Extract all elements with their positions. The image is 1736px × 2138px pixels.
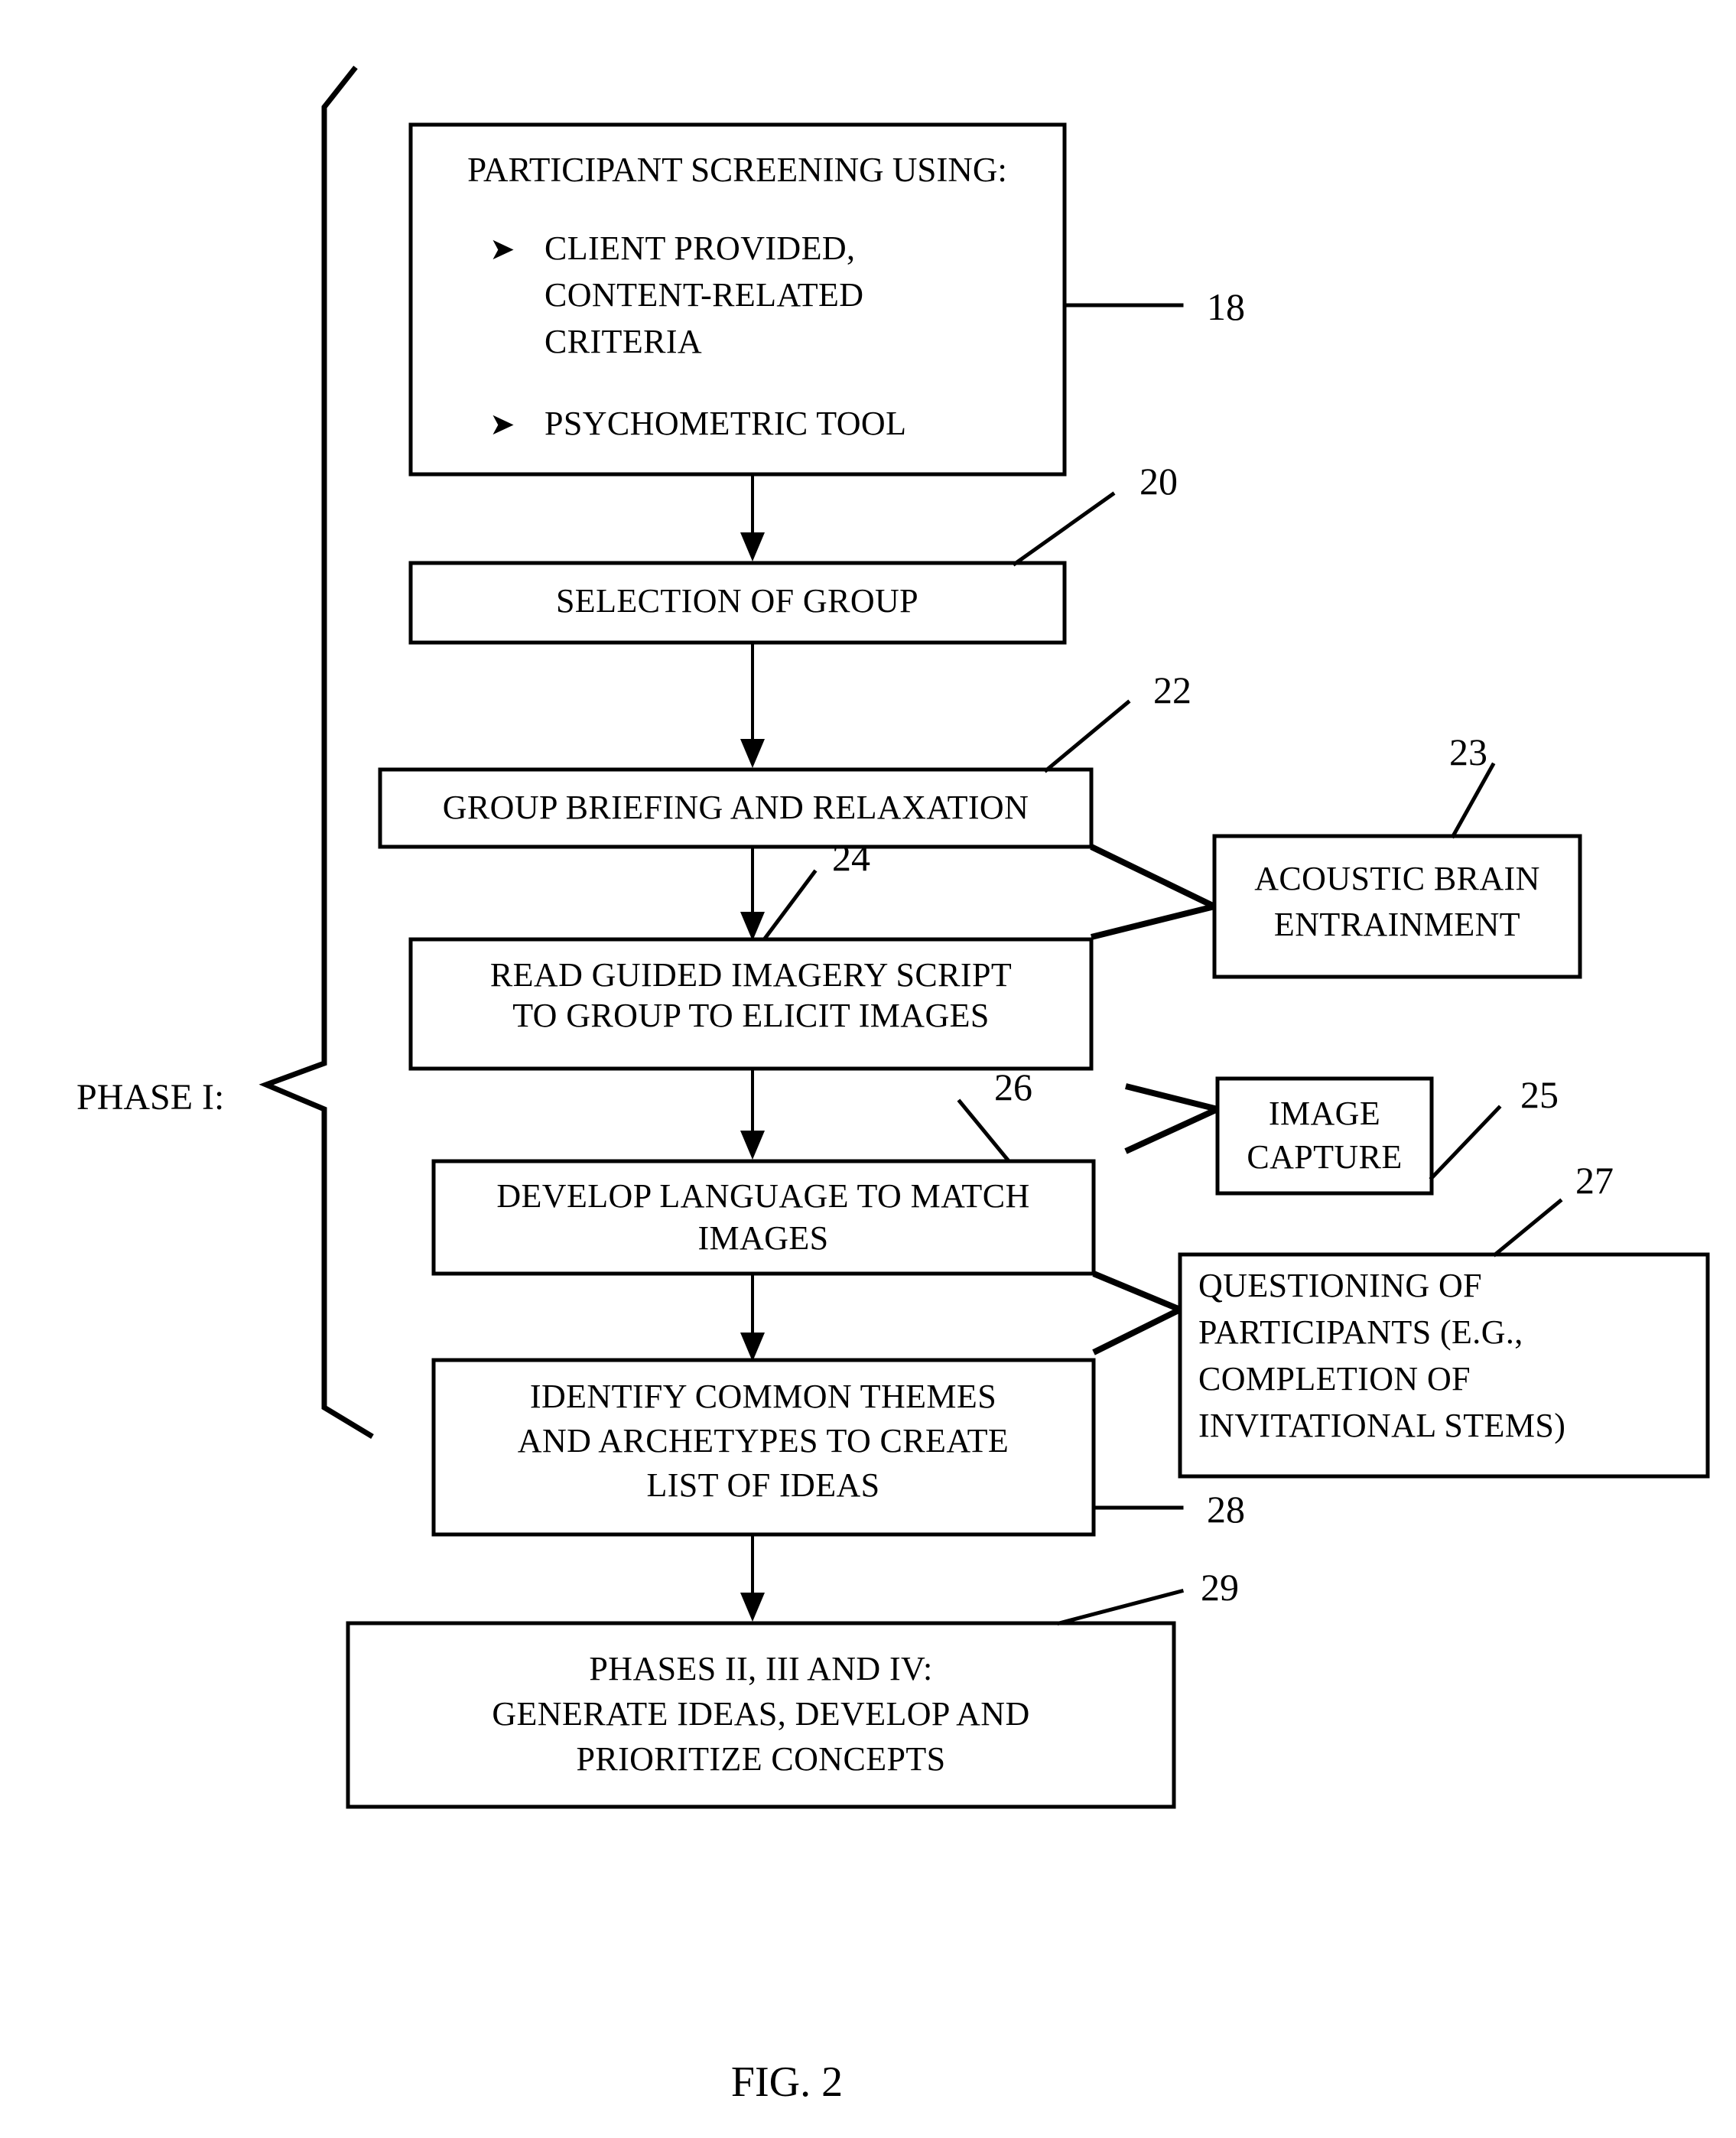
node-screening-bullet-1-line-3: CRITERIA — [545, 323, 702, 360]
arrowhead-develop-to-identify — [740, 1333, 765, 1362]
arrowhead-briefing-to-readscript — [740, 912, 765, 941]
node-image-capture-line-2: CAPTURE — [1247, 1138, 1402, 1176]
node-briefing-line-1: GROUP BRIEFING AND RELAXATION — [443, 789, 1029, 826]
node-image-capture-line-1: IMAGE — [1269, 1095, 1380, 1132]
vee-connector-upper-to-imagecapture — [1125, 1083, 1218, 1112]
vee-connector-lower-to-imagecapture — [1124, 1106, 1219, 1154]
phase-i-brace — [258, 65, 374, 1439]
node-screening-bullet-1-line-2: CONTENT-RELATED — [545, 276, 863, 314]
node-later-phases-line-1: PHASES II, III AND IV: — [589, 1650, 932, 1687]
arrowhead-selection-to-briefing — [740, 739, 765, 768]
ref-number-25: 25 — [1520, 1073, 1559, 1116]
leader-line-25 — [1429, 1105, 1502, 1181]
node-acoustic-line-1: ACOUSTIC BRAIN — [1254, 860, 1540, 897]
phase-label: PHASE I: — [76, 1077, 224, 1118]
node-screening-heading: PARTICIPANT SCREENING USING: — [467, 151, 1007, 189]
ref-number-18: 18 — [1207, 285, 1245, 328]
ref-number-29: 29 — [1201, 1566, 1239, 1609]
figure-caption: FIG. 2 — [731, 2058, 843, 2106]
ref-number-26: 26 — [994, 1066, 1032, 1108]
node-identify-themes-line-1: IDENTIFY COMMON THEMES — [530, 1378, 996, 1415]
leader-line-24 — [757, 869, 818, 948]
ref-number-24: 24 — [832, 836, 870, 879]
node-acoustic-line-2: ENTRAINMENT — [1274, 906, 1520, 943]
leader-line-26 — [957, 1098, 1013, 1165]
node-read-script-line-1: READ GUIDED IMAGERY SCRIPT — [490, 956, 1012, 994]
ref-number-23: 23 — [1449, 731, 1487, 773]
bullet-arrow-icon: ➤ — [489, 232, 515, 267]
node-read-script-line-2: TO GROUP TO ELICIT IMAGES — [512, 997, 990, 1034]
node-develop-language-line-2: IMAGES — [697, 1219, 828, 1257]
ref-number-20: 20 — [1139, 460, 1178, 503]
vee-connector-develop-to-questioning — [1092, 1271, 1182, 1313]
node-questioning-line-4: INVITATIONAL STEMS) — [1198, 1407, 1565, 1444]
bullet-arrow-icon-2: ➤ — [489, 407, 515, 442]
leader-line-22 — [1043, 699, 1131, 773]
node-questioning-line-2: PARTICIPANTS (E.G., — [1198, 1313, 1523, 1351]
ref-number-28: 28 — [1207, 1488, 1245, 1531]
leader-line-20 — [1012, 491, 1116, 567]
ref-number-27: 27 — [1575, 1159, 1614, 1202]
node-later-phases-line-3: PRIORITIZE CONCEPTS — [576, 1740, 945, 1778]
flowchart-diagram: PHASE I: PARTICIPANT SCREENING USING: ➤ … — [76, 65, 1710, 2106]
node-develop-language-line-1: DEVELOP LANGUAGE TO MATCH — [496, 1177, 1029, 1215]
arrowhead-screening-to-selection — [740, 532, 765, 561]
node-identify-themes-line-3: LIST OF IDEAS — [646, 1466, 879, 1504]
leader-line-29 — [1056, 1588, 1185, 1626]
ref-number-22: 22 — [1153, 669, 1191, 711]
arrowhead-readscript-to-develop — [740, 1131, 765, 1160]
node-questioning-line-3: COMPLETION OF — [1198, 1360, 1471, 1398]
leader-line-23 — [1450, 762, 1496, 839]
patent-figure: PHASE I: PARTICIPANT SCREENING USING: ➤ … — [0, 0, 1736, 2138]
arrowhead-identify-to-laterphases — [740, 1593, 765, 1622]
vee-connector-identify-to-questioning — [1092, 1307, 1182, 1355]
node-identify-themes-line-2: AND ARCHETYPES TO CREATE — [518, 1422, 1009, 1460]
leader-line-27 — [1492, 1198, 1563, 1258]
vee-connector-readscript-to-acoustic — [1091, 903, 1215, 940]
node-screening-bullet-2-line-1: PSYCHOMETRIC TOOL — [545, 405, 906, 442]
node-screening-bullet-1-line-1: CLIENT PROVIDED, — [545, 229, 855, 267]
node-selection-line-1: SELECTION OF GROUP — [556, 582, 918, 620]
vee-connector-briefing-to-acoustic — [1090, 844, 1216, 910]
node-questioning-line-1: QUESTIONING OF — [1198, 1267, 1482, 1304]
node-later-phases-line-2: GENERATE IDEAS, DEVELOP AND — [492, 1695, 1029, 1733]
